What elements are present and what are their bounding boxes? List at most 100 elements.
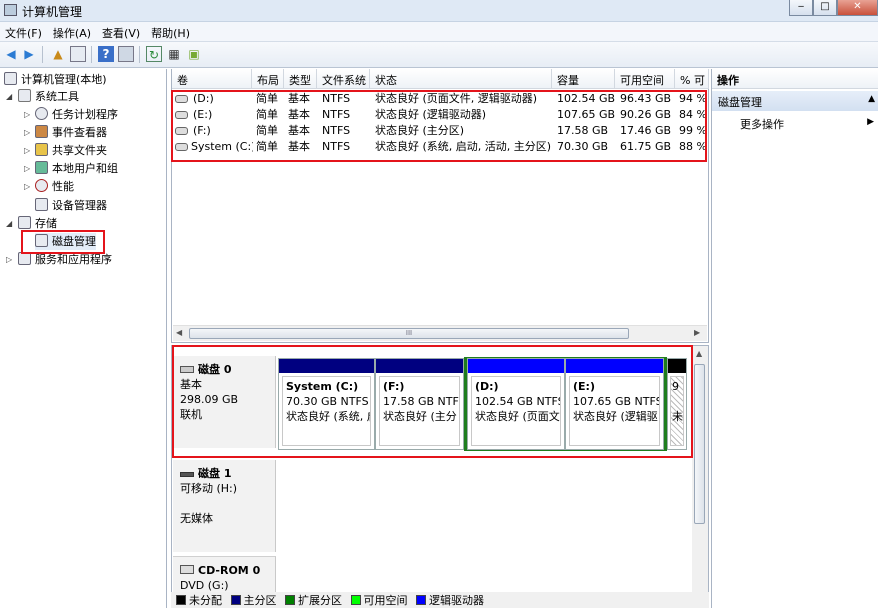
maximize-button[interactable]: □ [813, 0, 837, 16]
tree-item-root[interactable]: 计算机管理(本地) [4, 71, 107, 88]
column-header-layout[interactable]: 布局 [252, 69, 284, 89]
actions-section-disk-management[interactable]: 磁盘管理 ▲ [712, 91, 878, 111]
partition-d[interactable]: (D:) 102.54 GB NTFS 状态良好 (页面文 [467, 358, 565, 450]
partition-status: 状态良好 (页面文 [475, 410, 560, 423]
cell-status: 状态良好 (逻辑驱动器) [375, 108, 487, 121]
toolbar: ◀ ▶ ▲ ? ↻ ▦ ▣ [0, 42, 878, 68]
cell-free: 96.43 GB [620, 92, 672, 105]
partition-c[interactable]: System (C:) 70.30 GB NTFS 状态良好 (系统, 启 [278, 358, 375, 450]
disk-kind: 基本 [180, 378, 202, 391]
scroll-right-icon[interactable]: ▶ [694, 328, 700, 337]
legend-label: 扩展分区 [298, 594, 342, 607]
tree-item-performance[interactable]: 性能 [35, 178, 74, 195]
actions-section-label: 磁盘管理 [718, 96, 762, 109]
users-icon [35, 161, 48, 174]
help-icon[interactable]: ? [98, 46, 114, 62]
back-arrow-icon[interactable]: ◀ [3, 46, 19, 62]
collapsed-arrow-icon[interactable]: ▷ [24, 160, 30, 177]
disk-0-label[interactable]: 磁盘 0 基本 298.09 GB 联机 [173, 356, 276, 448]
partition-unallocated[interactable]: 9未 [667, 358, 687, 450]
tree-label: 任务计划程序 [52, 108, 118, 121]
up-folder-icon[interactable]: ▲ [50, 46, 66, 62]
column-header-percent-free[interactable]: % 可 [675, 69, 709, 89]
actions-pane: 操作 磁盘管理 ▲ 更多操作 ▶ [711, 69, 878, 608]
submenu-arrow-icon: ▶ [867, 117, 874, 127]
refresh-icon[interactable]: ↻ [146, 46, 162, 62]
menu-file[interactable]: 文件(F) [0, 22, 48, 41]
scroll-left-icon[interactable]: ◀ [176, 328, 182, 337]
disk-1-label[interactable]: 磁盘 1 可移动 (H:) 无媒体 [173, 460, 276, 552]
scroll-thumb[interactable] [694, 364, 705, 524]
menu-bar: 文件(F) 操作(A) 查看(V) 帮助(H) [0, 22, 878, 42]
tree-item-event-viewer[interactable]: 事件查看器 [35, 124, 107, 141]
disk-kind: DVD (G:) [180, 579, 229, 592]
partition-f[interactable]: (F:) 17.58 GB NTF 状态良好 (主分 [375, 358, 464, 450]
partition-e[interactable]: (E:) 107.65 GB NTFS 状态良好 (逻辑驱 [565, 358, 664, 450]
table-row[interactable]: (E:) 简单 基本 NTFS 状态良好 (逻辑驱动器) 107.65 GB 9… [172, 107, 709, 123]
partition-name: (E:) [573, 380, 595, 393]
computer-management-icon [4, 4, 17, 16]
collapsed-arrow-icon[interactable]: ▷ [24, 106, 30, 123]
tree-label: 共享文件夹 [52, 144, 107, 157]
table-row[interactable]: (F:) 简单 基本 NTFS 状态良好 (主分区) 17.58 GB 17.4… [172, 123, 709, 139]
drive-icon [175, 127, 188, 135]
tree-item-shared-folders[interactable]: 共享文件夹 [35, 142, 107, 159]
cell-layout: 简单 [256, 124, 278, 137]
removable-disk-icon [180, 472, 194, 477]
scroll-up-icon[interactable]: ▲ [696, 349, 702, 358]
menu-view[interactable]: 查看(V) [97, 22, 146, 41]
expanded-arrow-icon[interactable]: ◢ [6, 88, 12, 105]
column-header-type[interactable]: 类型 [284, 69, 317, 89]
primary-partition-bar [279, 359, 374, 373]
tree-item-services-apps[interactable]: 服务和应用程序 [18, 251, 112, 268]
minimize-button[interactable]: ‒ [789, 0, 813, 16]
collapsed-arrow-icon[interactable]: ▷ [24, 178, 30, 195]
scroll-thumb[interactable]: III [189, 328, 629, 339]
menu-help[interactable]: 帮助(H) [146, 22, 196, 41]
column-header-capacity[interactable]: 容量 [552, 69, 615, 89]
title-bar: 计算机管理 ‒ □ ✕ [0, 0, 878, 22]
tree-item-local-users[interactable]: 本地用户和组 [35, 160, 118, 177]
collapsed-arrow-icon[interactable]: ▷ [24, 142, 30, 159]
cell-filesystem: NTFS [322, 124, 351, 137]
column-header-status[interactable]: 状态 [370, 69, 552, 89]
properties-icon[interactable]: ▦ [166, 46, 182, 62]
table-row[interactable]: System (C:) 简单 基本 NTFS 状态良好 (系统, 启动, 活动,… [172, 139, 709, 155]
menu-action[interactable]: 操作(A) [48, 22, 97, 41]
cell-layout: 简单 [256, 140, 278, 153]
partition-name: System (C:) [286, 380, 359, 393]
close-button[interactable]: ✕ [837, 0, 878, 16]
disk-map: 磁盘 0 基本 298.09 GB 联机 System (C:) 70.30 GB… [171, 345, 709, 608]
tree-item-storage[interactable]: 存储 [18, 215, 57, 232]
cd-drive-icon [180, 565, 194, 574]
collapsed-arrow-icon[interactable]: ▷ [24, 124, 30, 141]
tree-item-disk-management[interactable]: 磁盘管理 [35, 233, 96, 250]
expanded-arrow-icon[interactable]: ◢ [6, 215, 12, 232]
cell-free: 17.46 GB [620, 124, 672, 137]
more-actions[interactable]: 更多操作 ▶ [712, 114, 878, 132]
computer-icon [4, 72, 17, 85]
disk-map-scrollbar[interactable]: ▲ [692, 346, 708, 593]
cell-free: 61.75 GB [620, 140, 672, 153]
tree-item-device-manager[interactable]: 设备管理器 [35, 197, 107, 214]
volume-list-scrollbar[interactable]: ◀ III ▶ [173, 325, 707, 341]
table-row[interactable]: (D:) 简单 基本 NTFS 状态良好 (页面文件, 逻辑驱动器) 102.5… [172, 91, 709, 107]
console-tree-icon[interactable] [70, 46, 86, 62]
partition-name: 9 [672, 380, 679, 393]
disk-name: 磁盘 0 [198, 363, 232, 376]
forward-arrow-icon[interactable]: ▶ [21, 46, 37, 62]
column-header-free-space[interactable]: 可用空间 [615, 69, 675, 89]
tree-item-system-tools[interactable]: 系统工具 [18, 88, 79, 105]
export-list-icon[interactable]: ▣ [186, 46, 202, 62]
tree-item-task-scheduler[interactable]: 任务计划程序 [35, 106, 118, 123]
tree-label: 本地用户和组 [52, 162, 118, 175]
column-header-filesystem[interactable]: 文件系统 [317, 69, 370, 89]
performance-icon [35, 179, 48, 192]
cell-status: 状态良好 (系统, 启动, 活动, 主分区) [375, 140, 552, 153]
collapsed-arrow-icon[interactable]: ▷ [6, 251, 12, 268]
show-hide-action-pane-icon[interactable] [118, 46, 134, 62]
disk-state: 联机 [180, 408, 202, 421]
column-header-volume[interactable]: 卷 [172, 69, 252, 89]
collapse-icon[interactable]: ▲ [868, 94, 875, 104]
cell-volume: (D:) [193, 92, 214, 105]
